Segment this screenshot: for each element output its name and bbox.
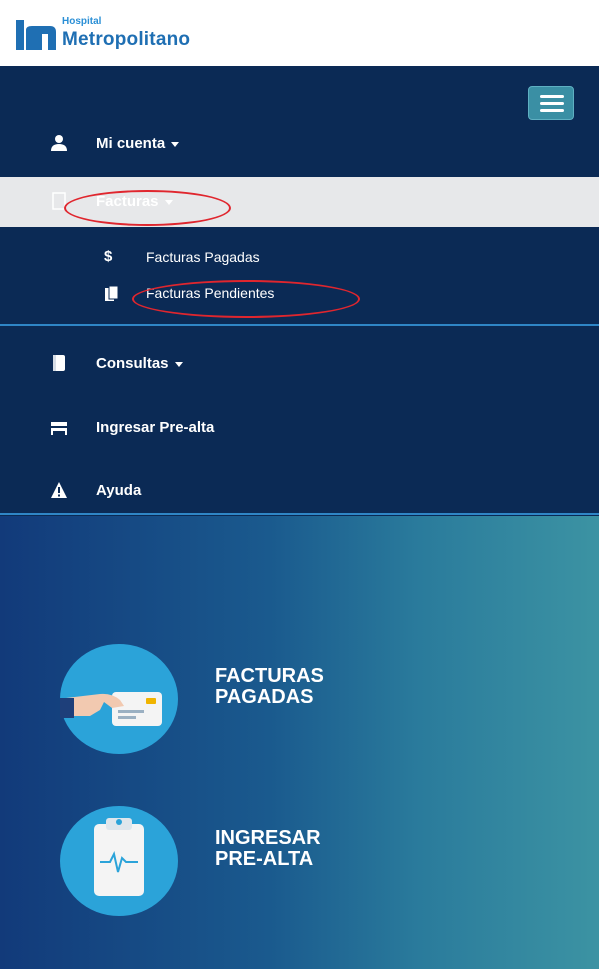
card-icon-circle — [60, 644, 178, 754]
nav-divider-bottom — [0, 513, 599, 515]
nav-item-ingresar-pre-alta[interactable]: Ingresar Pre-alta — [0, 406, 599, 450]
hospital-logo[interactable]: Hospital Metropolitano — [14, 14, 234, 58]
card-label: INGRESAR PRE-ALTA — [215, 827, 321, 870]
submenu-item-facturas-pagadas[interactable]: $ Facturas Pagadas — [0, 242, 599, 274]
clipboard-heartbeat-icon — [94, 818, 144, 896]
header: Hospital Metropolitano — [0, 0, 599, 66]
user-icon — [51, 135, 67, 151]
nav-divider — [0, 324, 599, 326]
nav-item-label: Ayuda — [96, 482, 142, 499]
card-facturas-pagadas[interactable]: FACTURAS PAGADAS — [60, 644, 520, 754]
card-icon-circle — [60, 806, 178, 916]
logo-small-text: Hospital — [62, 16, 102, 27]
card-payment-icon — [60, 692, 162, 726]
warning-icon — [51, 482, 67, 498]
nav-item-label: Mi cuenta — [96, 135, 180, 152]
nav-item-ayuda[interactable]: Ayuda — [0, 469, 599, 513]
hamburger-icon-line — [540, 95, 564, 98]
nav-item-consultas[interactable]: Consultas — [0, 342, 599, 386]
book-icon — [53, 355, 65, 371]
nav-item-label: Ingresar Pre-alta — [96, 419, 215, 436]
caret-down-icon — [164, 199, 173, 205]
caret-down-icon — [171, 141, 180, 147]
card-ingresar-pre-alta[interactable]: INGRESAR PRE-ALTA — [60, 806, 520, 916]
card-label: FACTURAS PAGADAS — [215, 665, 324, 708]
logo-big-text: Metropolitano — [62, 29, 191, 50]
nav-menu: Mi cuenta Facturas $ Facturas Pagadas Fa… — [0, 66, 599, 516]
hamburger-icon-line — [540, 102, 564, 105]
submenu-item-facturas-pendientes[interactable]: Facturas Pendientes — [0, 278, 599, 310]
nav-item-mi-cuenta[interactable]: Mi cuenta — [0, 122, 599, 166]
submenu-item-label: Facturas Pendientes — [146, 285, 275, 301]
caret-down-icon — [174, 361, 183, 367]
file-icon — [52, 192, 66, 210]
documents-icon — [105, 285, 119, 301]
nav-toggle-button[interactable] — [528, 86, 574, 120]
nav-item-label: Consultas — [96, 355, 183, 372]
dashboard-hero: FACTURAS PAGADAS INGRESAR PRE-ALTA — [0, 516, 599, 969]
logo-mark-icon — [16, 20, 56, 50]
hamburger-icon-line — [540, 109, 564, 112]
bed-icon — [51, 422, 67, 435]
nav-item-label: Facturas — [96, 193, 173, 210]
submenu-item-label: Facturas Pagadas — [146, 249, 260, 265]
nav-item-facturas[interactable]: Facturas — [0, 177, 599, 227]
dollar-icon: $ — [104, 248, 113, 265]
